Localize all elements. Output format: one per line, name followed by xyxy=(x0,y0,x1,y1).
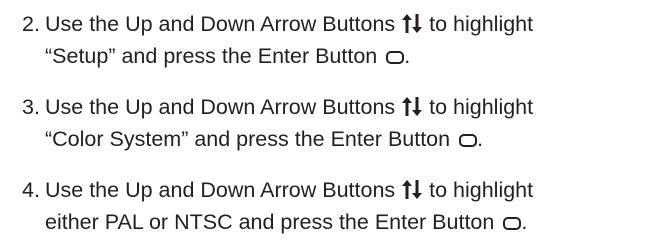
step-text: “Color System” and press the Enter Butto… xyxy=(45,127,457,151)
step-number: 3. xyxy=(22,95,40,119)
step-2: 2. Use the Up and Down Arrow Buttons to h… xyxy=(22,8,652,72)
step-text-end: . xyxy=(404,44,411,68)
up-down-arrows-icon xyxy=(402,180,423,199)
step-3-line-1: 3. Use the Up and Down Arrow Buttons to h… xyxy=(22,91,652,123)
step-4: 4. Use the Up and Down Arrow Buttons to h… xyxy=(22,174,652,238)
step-text-end: . xyxy=(477,127,484,151)
step-4-line-2: either PAL or NTSC and press the Enter B… xyxy=(22,206,652,238)
step-text: Use the Up and Down Arrow Buttons xyxy=(45,95,402,119)
step-number: 4. xyxy=(22,178,40,202)
step-4-line-1: 4. Use the Up and Down Arrow Buttons to h… xyxy=(22,174,652,206)
step-text: to highlight xyxy=(423,95,534,119)
enter-button-icon xyxy=(386,51,405,64)
enter-button-icon xyxy=(459,134,478,147)
step-text: “Setup” and press the Enter Button xyxy=(45,44,384,68)
enter-button-icon xyxy=(503,217,522,230)
step-text: either PAL or NTSC and press the Enter B… xyxy=(45,210,501,234)
instruction-steps: 2. Use the Up and Down Arrow Buttons to h… xyxy=(0,0,654,252)
up-down-arrows-icon xyxy=(402,97,423,116)
step-text: Use the Up and Down Arrow Buttons xyxy=(45,12,402,36)
step-3-line-2: “Color System” and press the Enter Butto… xyxy=(22,123,652,155)
step-3: 3. Use the Up and Down Arrow Buttons to h… xyxy=(22,91,652,155)
step-text: Use the Up and Down Arrow Buttons xyxy=(45,178,402,202)
step-2-line-1: 2. Use the Up and Down Arrow Buttons to h… xyxy=(22,8,652,40)
step-number: 2. xyxy=(22,12,40,36)
step-2-line-2: “Setup” and press the Enter Button . xyxy=(22,40,652,72)
step-text: to highlight xyxy=(423,12,534,36)
up-down-arrows-icon xyxy=(402,14,423,33)
step-text-end: . xyxy=(521,210,528,234)
step-text: to highlight xyxy=(423,178,534,202)
